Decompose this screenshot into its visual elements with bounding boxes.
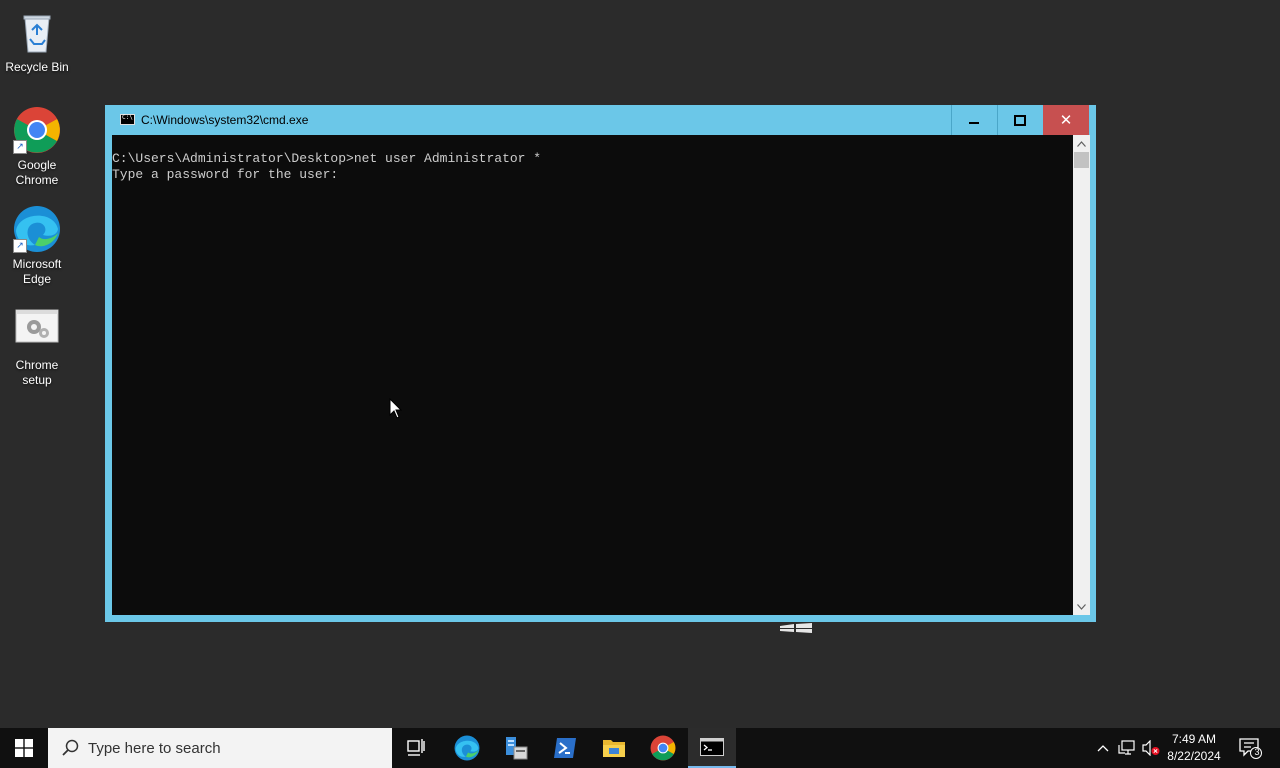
taskbar: Type here to search 7:49 AM 8/22/2024 3 <box>0 728 1280 768</box>
start-button[interactable] <box>0 728 48 768</box>
clock-date: 8/22/2024 <box>1167 749 1221 763</box>
search-placeholder: Type here to search <box>88 740 221 757</box>
search-icon <box>62 739 79 756</box>
taskbar-file-explorer-button[interactable] <box>590 728 638 768</box>
cmd-icon <box>700 738 724 756</box>
desktop-icon-recycle-bin[interactable]: Recycle Bin <box>1 8 73 75</box>
desktop-icon-microsoft-edge[interactable]: ↗ Microsoft Edge <box>1 205 73 287</box>
close-button[interactable]: ✕ <box>1043 105 1089 135</box>
powershell-icon <box>554 738 576 758</box>
taskbar-search-box[interactable]: Type here to search <box>48 728 392 768</box>
task-view-icon <box>407 739 425 756</box>
maximize-button[interactable] <box>997 105 1042 135</box>
network-button[interactable] <box>1116 728 1138 768</box>
volume-button[interactable] <box>1140 728 1162 768</box>
windows-logo-icon <box>15 739 33 757</box>
taskbar-server-manager-button[interactable] <box>492 728 540 768</box>
desktop-icon-chrome-setup[interactable]: Chrome setup <box>1 306 73 388</box>
recycle-bin-icon <box>13 8 61 56</box>
desktop-icon-label: Microsoft Edge <box>12 257 62 286</box>
setup-gear-icon <box>13 306 61 354</box>
window-title: C:\Windows\system32\cmd.exe <box>141 113 309 127</box>
edge-icon: ↗ <box>13 205 61 253</box>
chrome-icon: ↗ <box>13 106 61 154</box>
cmd-window[interactable]: C:\Windows\system32\cmd.exe ✕ C:\Users\A… <box>105 105 1096 622</box>
scroll-thumb[interactable] <box>1074 152 1089 168</box>
network-icon <box>1118 740 1135 755</box>
clock-time: 7:49 AM <box>1171 732 1217 746</box>
notification-count-badge: 3 <box>1254 747 1260 757</box>
mouse-pointer-icon <box>389 397 403 420</box>
desktop-icon-label: Google Chrome <box>15 158 59 187</box>
file-explorer-icon <box>603 740 625 757</box>
taskbar-chrome-button[interactable] <box>639 728 687 768</box>
scroll-up-icon[interactable] <box>1073 135 1090 152</box>
show-hidden-icons-button[interactable] <box>1094 728 1112 768</box>
desktop-icon-google-chrome[interactable]: ↗ Google Chrome <box>1 106 73 188</box>
vertical-scrollbar[interactable] <box>1073 135 1090 615</box>
minimize-icon <box>969 122 979 124</box>
maximize-icon <box>1014 114 1026 126</box>
shortcut-arrow-icon: ↗ <box>13 140 27 154</box>
server-manager-icon <box>506 737 528 760</box>
desktop-icon-label: Chrome setup <box>15 358 59 387</box>
minimize-button[interactable] <box>951 105 996 135</box>
taskbar-clock[interactable]: 7:49 AM 8/22/2024 <box>1164 731 1224 765</box>
taskbar-powershell-button[interactable] <box>541 728 589 768</box>
scroll-down-icon[interactable] <box>1073 598 1090 615</box>
desktop-icon-label: Recycle Bin <box>5 60 69 74</box>
taskbar-edge-button[interactable] <box>443 728 491 768</box>
edge-icon <box>454 735 480 761</box>
console-output[interactable]: C:\Users\Administrator\Desktop>net user … <box>112 135 1073 615</box>
taskbar-cmd-button[interactable] <box>688 728 736 768</box>
volume-muted-icon <box>1142 740 1160 756</box>
action-center-button[interactable]: 3 <box>1234 728 1266 768</box>
task-view-button[interactable] <box>392 728 440 768</box>
console-line: C:\Users\Administrator\Desktop>net user … <box>112 151 542 166</box>
chevron-up-icon <box>1097 745 1109 752</box>
console-line: Type a password for the user: <box>112 167 339 182</box>
close-icon: ✕ <box>1059 111 1073 129</box>
shortcut-arrow-icon: ↗ <box>13 239 27 253</box>
window-titlebar[interactable]: C:\Windows\system32\cmd.exe ✕ <box>105 105 1096 135</box>
cmd-app-icon <box>120 114 135 125</box>
chrome-icon <box>650 735 676 761</box>
